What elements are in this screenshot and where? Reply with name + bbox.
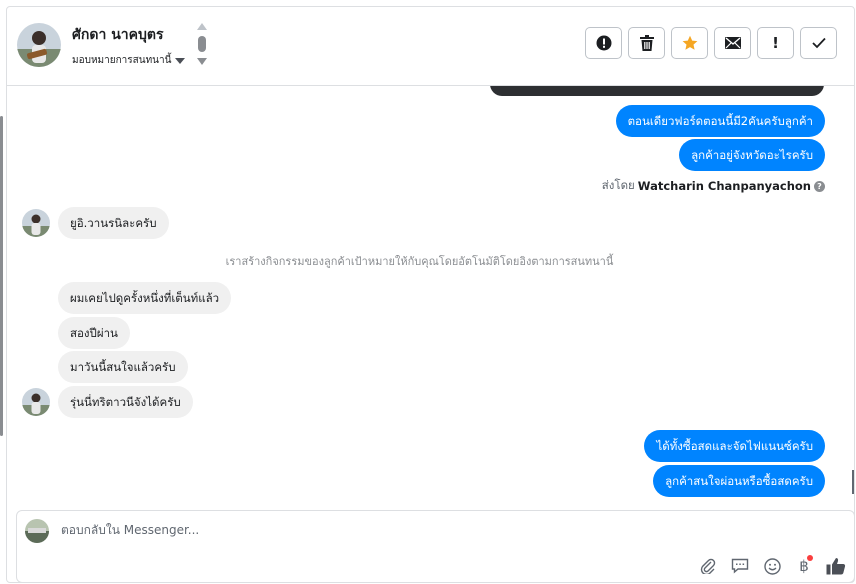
assign-conversation-dropdown[interactable]: มอบหมายการสนทนานี้ — [72, 53, 186, 68]
envelope-icon — [724, 37, 741, 49]
contact-name[interactable]: ศักดา นาคบุตร — [72, 24, 164, 46]
assign-label: มอบหมายการสนทนานี้ — [72, 55, 172, 66]
message-outgoing[interactable]: ลูกค้าสนใจผ่อนหรือซื้อสดครับ — [653, 465, 825, 497]
reply-input[interactable] — [61, 523, 661, 537]
caret-up-icon[interactable] — [197, 23, 207, 30]
mark-unread-button[interactable] — [714, 27, 751, 59]
message-incoming[interactable]: สองปีผ่าน — [58, 317, 130, 349]
exclamation-icon: ! — [772, 34, 779, 52]
left-scrollbar[interactable] — [0, 116, 3, 436]
conversation-header: ศักดา นาคบุตร มอบหมายการสนทนานี้ ! — [6, 6, 855, 86]
done-button[interactable] — [800, 27, 837, 59]
stepper-handle[interactable] — [198, 36, 206, 52]
page-avatar — [25, 519, 49, 543]
sent-by-label: ส่งโดย Watcharin Chanpanyachon ? — [602, 177, 825, 195]
baht-payment-icon[interactable]: ฿ — [793, 555, 815, 577]
previous-message-bubble — [490, 86, 824, 96]
composer-actions: ฿ — [697, 555, 847, 577]
message-outgoing[interactable]: ตอนเดียวฟอร์ดตอนนี้มี2คันครับลูกค้า — [615, 105, 825, 137]
right-scrollbar-tail — [852, 470, 854, 494]
caret-down-icon[interactable] — [197, 58, 207, 65]
message-incoming[interactable]: มาวันนี้สนใจแล้วครับ — [58, 351, 188, 383]
notification-dot — [807, 555, 813, 561]
caret-down-icon — [175, 57, 186, 64]
message-outgoing[interactable]: ได้ทั้งซื้อสดและจัดไฟแนนซ์ครับ — [644, 430, 825, 462]
saved-reply-icon[interactable] — [729, 555, 751, 577]
report-button[interactable] — [585, 27, 622, 59]
message-incoming[interactable]: ยูอิ.วานรนิละครับ — [58, 207, 169, 239]
sent-by-prefix: ส่งโดย — [601, 178, 635, 192]
conversation-toolbar: ! — [585, 27, 837, 59]
star-button[interactable] — [671, 27, 708, 59]
emoji-icon[interactable] — [761, 555, 783, 577]
message-incoming[interactable]: รุ่นนี่ทริตาวนีจังได้ครับ — [58, 386, 193, 418]
contact-avatar-small[interactable] — [22, 209, 50, 237]
trash-icon — [639, 35, 654, 51]
delete-button[interactable] — [628, 27, 665, 59]
message-thread[interactable]: ตอนเดียวฟอร์ดตอนนี้มี2คันครับลูกค้า ลูกค… — [6, 86, 855, 504]
star-icon — [682, 35, 697, 50]
reply-composer: ฿ — [16, 510, 855, 583]
thumbs-up-icon[interactable] — [825, 555, 847, 577]
message-incoming[interactable]: ผมเคยไปดูครั้งหนึ่งที่เต็นท์แล้ว — [58, 282, 232, 314]
message-outgoing[interactable]: ลูกค้าอยู่จังหวัดอะไรครับ — [679, 139, 825, 171]
conversation-stepper[interactable] — [196, 23, 208, 69]
contact-avatar[interactable] — [17, 23, 61, 67]
follow-up-button[interactable]: ! — [757, 27, 794, 59]
alert-circle-icon — [596, 35, 611, 51]
help-icon[interactable]: ? — [814, 180, 825, 192]
paperclip-icon[interactable] — [697, 555, 719, 577]
contact-avatar-small[interactable] — [22, 388, 50, 416]
system-notice: เราสร้างกิจกรรมของลูกค้าเป้าหมายให้กับคุ… — [225, 255, 614, 268]
check-icon — [811, 37, 826, 49]
sent-by-name[interactable]: Watcharin Chanpanyachon — [638, 179, 811, 193]
